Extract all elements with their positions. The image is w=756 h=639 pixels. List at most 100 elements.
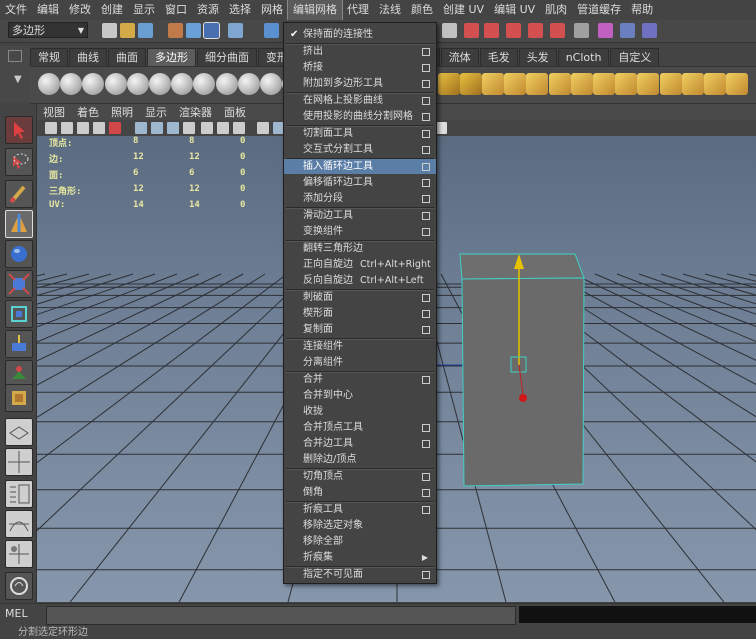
textured-icon[interactable] bbox=[233, 122, 245, 134]
mirror-icon[interactable] bbox=[437, 73, 460, 95]
poly-pyramid-icon[interactable] bbox=[193, 73, 216, 95]
wireframe-icon[interactable] bbox=[201, 122, 213, 134]
shelf-tab[interactable]: 流体 bbox=[440, 48, 479, 66]
menubar-item[interactable]: 创建 UV bbox=[438, 0, 489, 20]
menubar-item[interactable]: 编辑网格 bbox=[287, 0, 343, 21]
panel-menu-item[interactable]: 渲染器 bbox=[173, 104, 218, 120]
menu-item[interactable]: 挤出 bbox=[284, 44, 436, 59]
menu-item[interactable]: 切割面工具 bbox=[284, 126, 436, 141]
gate-mask-icon[interactable] bbox=[183, 122, 195, 134]
paint-select-tool-icon[interactable] bbox=[5, 180, 33, 208]
menu-item[interactable]: 收拢 bbox=[284, 404, 436, 419]
option-box-icon[interactable] bbox=[422, 80, 430, 88]
ipr-render-icon[interactable] bbox=[620, 23, 635, 38]
layout-outliner-icon[interactable] bbox=[5, 480, 33, 508]
select-tool-icon[interactable] bbox=[5, 116, 33, 144]
poly-cube-icon[interactable] bbox=[60, 73, 83, 95]
shelf-tab[interactable]: 常规 bbox=[30, 48, 68, 66]
extrude-icon[interactable] bbox=[548, 73, 571, 95]
option-box-icon[interactable] bbox=[422, 326, 430, 334]
menubar-item[interactable]: 选择 bbox=[224, 0, 256, 20]
triangulate-icon[interactable] bbox=[504, 73, 527, 95]
menu-item[interactable]: 复制面 bbox=[284, 322, 436, 337]
option-box-icon[interactable] bbox=[422, 195, 430, 203]
panel-menu-item[interactable]: 面板 bbox=[218, 104, 252, 120]
rotate-tool-icon[interactable] bbox=[5, 240, 33, 268]
render-view-icon[interactable] bbox=[5, 572, 33, 600]
option-box-icon[interactable] bbox=[422, 489, 430, 497]
option-box-icon[interactable] bbox=[422, 113, 430, 121]
option-box-icon[interactable] bbox=[422, 294, 430, 302]
image-plane-icon[interactable] bbox=[93, 122, 105, 134]
select-component-icon[interactable] bbox=[203, 22, 220, 39]
option-box-icon[interactable] bbox=[422, 97, 430, 105]
menu-item[interactable]: 折痕工具 bbox=[284, 502, 436, 517]
bevel-icon[interactable] bbox=[681, 73, 704, 95]
menu-item[interactable]: 切角顶点 bbox=[284, 469, 436, 484]
split-icon[interactable] bbox=[615, 73, 638, 95]
menu-item[interactable]: 合并边工具 bbox=[284, 436, 436, 451]
offset-icon[interactable] bbox=[659, 73, 682, 95]
resolution-gate-icon[interactable] bbox=[167, 122, 179, 134]
menu-item[interactable]: ✔ 保持面的连接性 bbox=[284, 27, 436, 42]
open-scene-icon[interactable] bbox=[120, 23, 135, 38]
grid-icon[interactable] bbox=[135, 122, 147, 134]
layout-four-icon[interactable] bbox=[5, 448, 33, 476]
bridge-icon[interactable] bbox=[570, 73, 593, 95]
menu-item[interactable]: 翻转三角形边 bbox=[284, 241, 436, 256]
option-box-icon[interactable] bbox=[422, 163, 430, 171]
camera-attr-icon[interactable] bbox=[61, 122, 73, 134]
menubar-item[interactable]: 文件 bbox=[0, 0, 32, 20]
menu-item[interactable]: 桥接 bbox=[284, 60, 436, 75]
menu-item[interactable]: 滑动边工具 bbox=[284, 208, 436, 223]
menubar-item[interactable]: 帮助 bbox=[626, 0, 658, 20]
layout-single-icon[interactable] bbox=[5, 418, 33, 446]
poly-cylinder-icon[interactable] bbox=[82, 73, 105, 95]
layout-graph-icon[interactable] bbox=[5, 510, 33, 538]
magnet-icon[interactable] bbox=[464, 23, 479, 38]
shelf-tab[interactable]: 自定义 bbox=[610, 48, 660, 66]
poly-prism-icon[interactable] bbox=[171, 73, 194, 95]
loop-icon[interactable] bbox=[637, 73, 660, 95]
wedge-icon[interactable] bbox=[704, 73, 726, 95]
shelf-tab[interactable]: 多边形 bbox=[147, 48, 196, 66]
menubar-item[interactable]: 资源 bbox=[192, 0, 224, 20]
menu-item[interactable]: 合并顶点工具 bbox=[284, 420, 436, 435]
bookmark-icon[interactable] bbox=[77, 122, 89, 134]
menu-item[interactable]: 变换组件 bbox=[284, 224, 436, 239]
menubar-item[interactable]: 法线 bbox=[374, 0, 406, 20]
select-object-icon[interactable] bbox=[186, 23, 201, 38]
snap-plane-icon[interactable] bbox=[528, 23, 543, 38]
poly-cone-icon[interactable] bbox=[104, 73, 127, 95]
menubar-item[interactable]: 网格 bbox=[256, 0, 288, 20]
shelf-tab[interactable]: nCloth bbox=[557, 48, 610, 66]
layout-hypershade-icon[interactable] bbox=[5, 540, 33, 568]
menu-item[interactable]: 插入循环边工具 bbox=[284, 159, 436, 174]
menubar-item[interactable]: 窗口 bbox=[160, 0, 192, 20]
menubar-item[interactable]: 编辑 UV bbox=[489, 0, 540, 20]
menu-item[interactable]: 分离组件 bbox=[284, 355, 436, 370]
option-box-icon[interactable] bbox=[422, 376, 430, 384]
render-settings-icon[interactable] bbox=[642, 23, 657, 38]
menubar-item[interactable]: 管道缓存 bbox=[572, 0, 626, 20]
poly-soccer-icon[interactable] bbox=[260, 73, 282, 95]
shelf-tab[interactable]: 曲线 bbox=[69, 48, 107, 66]
menu-item[interactable]: 交互式分割工具 bbox=[284, 142, 436, 157]
menu-item[interactable]: 偏移循环边工具 bbox=[284, 175, 436, 190]
option-box-icon[interactable] bbox=[422, 310, 430, 318]
poly-helix-icon[interactable] bbox=[237, 73, 260, 95]
mel-label[interactable]: MEL bbox=[5, 607, 28, 620]
option-box-icon[interactable] bbox=[422, 179, 430, 187]
merge-icon[interactable] bbox=[726, 73, 749, 95]
menu-item[interactable]: 刺破面 bbox=[284, 290, 436, 305]
option-box-icon[interactable] bbox=[422, 64, 430, 72]
isolate-select-icon[interactable] bbox=[257, 122, 269, 134]
menu-item[interactable]: 连接组件 bbox=[284, 339, 436, 354]
menu-item[interactable]: 楔形面 bbox=[284, 306, 436, 321]
fill-hole-icon[interactable] bbox=[459, 73, 482, 95]
panel-menu-item[interactable]: 照明 bbox=[105, 104, 139, 120]
poly-torus-icon[interactable] bbox=[149, 73, 171, 95]
panel-menu-item[interactable]: 着色 bbox=[71, 104, 105, 120]
shelf-tab[interactable]: 毛发 bbox=[479, 48, 518, 66]
menubar-item[interactable]: 创建 bbox=[96, 0, 128, 20]
